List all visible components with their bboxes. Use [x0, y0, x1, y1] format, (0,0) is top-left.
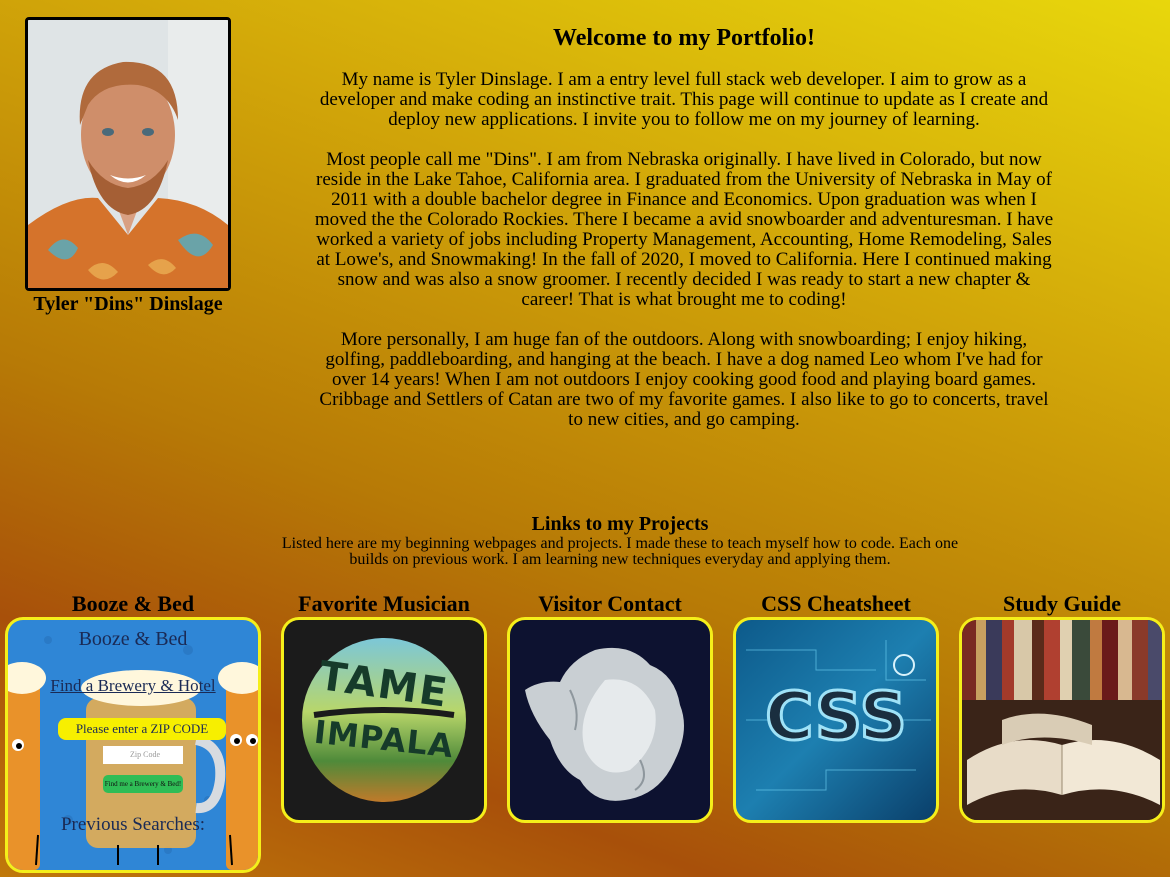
thumb-prompt: Please enter a ZIP CODE below!	[58, 718, 226, 758]
project-title[interactable]: Visitor Contact	[507, 591, 713, 617]
project-title[interactable]: Booze & Bed	[5, 591, 261, 617]
intro-paragraph: My name is Tyler Dinslage. I am a entry …	[319, 69, 1049, 130]
projects-description: Listed here are my beginning webpages an…	[281, 535, 959, 568]
antarctica-map-image	[525, 647, 684, 801]
thumb-heading: Booze & Bed	[78, 628, 188, 650]
project-title[interactable]: CSS Cheatsheet	[733, 591, 939, 617]
intro-paragraph: Most people call me "Dins". I am from Ne…	[314, 149, 1054, 310]
page-title: Welcome to my Portfolio!	[553, 25, 815, 51]
project-thumbnail-visitor-contact[interactable]	[507, 617, 713, 823]
projects-header: Links to my Projects Listed here are my …	[280, 512, 960, 568]
project-thumbnail-study-guide[interactable]	[959, 617, 1165, 823]
profile-name: Tyler "Dins" Dinslage	[33, 293, 223, 315]
project-card-study-guide[interactable]: Study Guide	[959, 591, 1165, 823]
project-thumbnail-booze-bed[interactable]: Booze & Bed Find a Brewery & Hotel Pleas…	[5, 617, 261, 873]
thumb-css-logo: CSS	[764, 677, 909, 757]
project-card-booze-bed[interactable]: Booze & Bed Booze & Bed Find a Brewery &…	[5, 591, 261, 873]
thumb-link: Find a Brewery & Hotel	[50, 676, 216, 695]
project-card-css-cheatsheet[interactable]: CSS Cheatsheet CSS	[733, 591, 939, 823]
project-title[interactable]: Study Guide	[959, 591, 1165, 617]
profile-photo	[25, 17, 231, 291]
project-card-visitor-contact[interactable]: Visitor Contact	[507, 591, 713, 823]
thumb-search-button: Find me a Brewery & Bed!	[103, 775, 183, 793]
project-title[interactable]: Favorite Musician	[281, 591, 487, 617]
thumb-zip-input: Zip Code	[103, 746, 183, 764]
intro-section: Welcome to my Portfolio! My name is Tyle…	[310, 25, 1058, 450]
thumb-footer: Previous Searches:	[60, 814, 206, 835]
profile-photo-illustration	[28, 20, 228, 288]
intro-paragraph: More personally, I am huge fan of the ou…	[319, 329, 1049, 430]
profile-card: Tyler "Dins" Dinslage	[25, 17, 231, 316]
books-photo-image	[962, 620, 1162, 820]
project-thumbnail-css-cheatsheet[interactable]: CSS	[733, 617, 939, 823]
project-card-favorite-musician[interactable]: Favorite Musician TAME IMPALA	[281, 591, 487, 823]
project-thumbnail-favorite-musician[interactable]: TAME IMPALA	[281, 617, 487, 823]
projects-heading: Links to my Projects	[531, 513, 709, 535]
